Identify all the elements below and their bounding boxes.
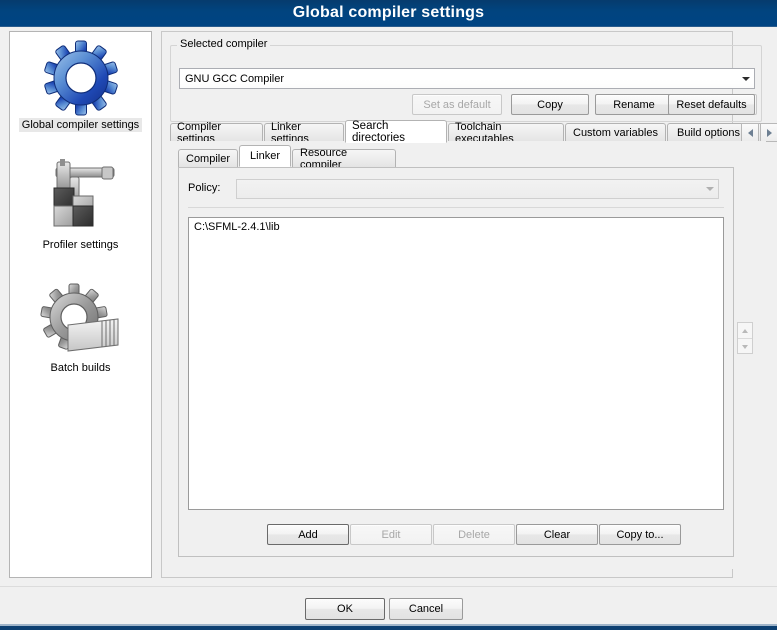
search-directories-list[interactable]: C:\SFML-2.4.1\lib [188,217,724,510]
move-order-spinner[interactable] [737,322,753,354]
inner-tab-linker[interactable]: Linker [239,145,291,167]
policy-separator [188,207,724,208]
gray-gear-stack-icon [10,281,151,361]
policy-label: Policy: [188,182,221,194]
search-directories-page: Compiler Linker Resource compiler Policy… [170,141,766,569]
inner-tab-resource-compiler[interactable]: Resource compiler [292,147,396,171]
tab-search-directories[interactable]: Search directories [345,120,447,144]
dialog-separator [0,586,777,587]
ok-button[interactable]: OK [305,598,385,620]
spinner-up-icon[interactable] [738,323,752,339]
delete-directory-button[interactable]: Delete [433,524,515,545]
sidebar-item-label: Profiler settings [42,239,119,251]
edit-directory-button[interactable]: Edit [350,524,432,545]
tabstrip-next-button[interactable] [760,123,777,142]
rename-compiler-button[interactable]: Rename [595,94,673,115]
window-bottom-highlight [0,624,777,626]
sidebar-item-label: Global compiler settings [18,118,143,132]
caliper-blocks-icon [10,158,151,238]
tab-toolchain-executables[interactable]: Toolchain executables [448,121,564,145]
chevron-right-icon [766,128,772,137]
copy-compiler-button[interactable]: Copy [511,94,589,115]
cancel-button[interactable]: Cancel [389,598,463,620]
selected-compiler-groupbox: Selected compiler GNU GCC Compiler Set a… [170,38,762,122]
spinner-down-icon[interactable] [738,339,752,354]
sidebar-item-global-compiler-settings[interactable]: Global compiler settings [10,38,151,132]
settings-tabstrip[interactable]: Compiler settings Linker settings Search… [170,120,777,145]
clear-directories-button[interactable]: Clear [516,524,598,545]
reset-defaults-button[interactable]: Reset defaults [668,94,755,115]
window-titlebar: Global compiler settings [0,0,777,27]
tabstrip-prev-button[interactable] [741,123,759,142]
compiler-select-value: GNU GCC Compiler [185,72,285,85]
policy-select[interactable] [236,179,719,199]
tab-linker-settings[interactable]: Linker settings [264,121,344,145]
tab-compiler-settings[interactable]: Compiler settings [170,121,263,145]
selected-compiler-label: Selected compiler [177,38,271,50]
chevron-left-icon [747,128,753,137]
settings-category-sidebar[interactable]: Global compiler settings Profiler settin… [9,31,152,578]
inner-tab-compiler[interactable]: Compiler [178,149,238,167]
window-bottom-strip [0,624,777,630]
set-as-default-button[interactable]: Set as default [412,94,502,115]
chevron-down-icon [737,76,754,81]
settings-main-panel: Selected compiler GNU GCC Compiler Set a… [161,31,777,578]
linker-search-directories-box: Policy: C:\SFML-2.4.1\lib Add Edit Delet… [178,167,734,557]
tab-build-options[interactable]: Build options [667,123,750,142]
compiler-select[interactable]: GNU GCC Compiler [179,68,755,89]
list-item[interactable]: C:\SFML-2.4.1\lib [189,218,723,233]
copy-to-button[interactable]: Copy to... [599,524,681,545]
window-title: Global compiler settings [292,4,485,21]
sidebar-item-batch-builds[interactable]: Batch builds [10,281,151,375]
chevron-down-icon [701,187,718,191]
blue-gear-icon [10,38,151,118]
add-directory-button[interactable]: Add [267,524,349,545]
sidebar-item-profiler-settings[interactable]: Profiler settings [10,158,151,252]
sidebar-item-label: Batch builds [50,362,111,374]
tab-custom-variables[interactable]: Custom variables [565,123,666,142]
